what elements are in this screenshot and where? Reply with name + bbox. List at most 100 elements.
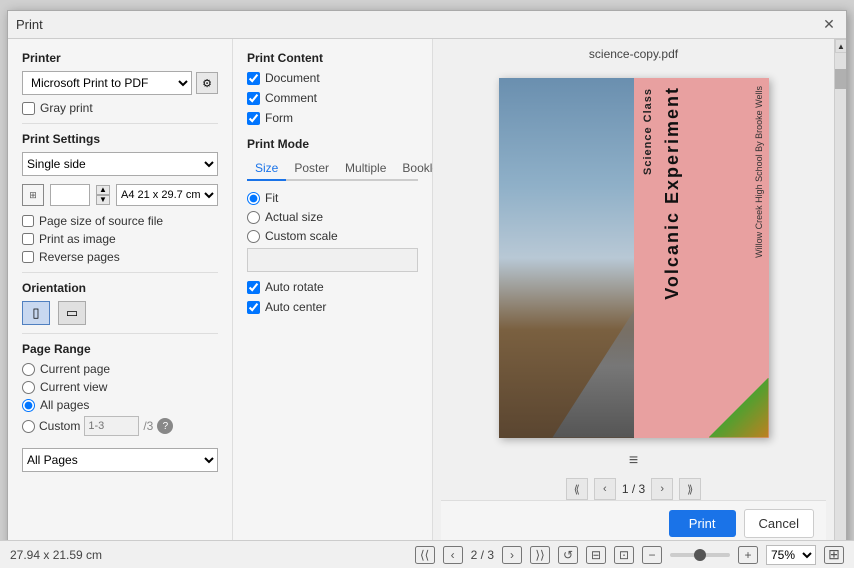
dialog-titlebar: Print ✕ (8, 11, 846, 39)
next-page-button[interactable]: › (651, 478, 673, 500)
page-range-section-title: Page Range (22, 342, 218, 356)
printer-section-title: Printer (22, 51, 218, 65)
total-pages-label: /3 (143, 419, 153, 433)
portrait-icon: ▯ (32, 305, 39, 321)
all-pages-label: All pages (40, 398, 89, 412)
print-settings-section-title: Print Settings (22, 132, 218, 146)
custom-range-input[interactable] (84, 416, 139, 436)
reverse-pages-label: Reverse pages (39, 250, 120, 264)
page-range-section: Current page Current view All pages Cust… (22, 362, 218, 436)
gray-print-label: Gray print (40, 101, 93, 115)
grid-view-button[interactable]: ⊞ (824, 546, 844, 564)
preview-filename: science-copy.pdf (589, 47, 678, 61)
zoom-slider-thumb[interactable] (694, 549, 706, 561)
preview-page: Science Class Volcanic Experiment Willow… (499, 78, 769, 438)
actual-size-label: Actual size (265, 210, 323, 224)
bottom-tools: ⟨⟨ ‹ 2 / 3 › ⟩⟩ ↺ ⊟ ⊡ − + 75% ⊞ (415, 545, 844, 565)
printer-settings-button[interactable]: ⚙ (196, 72, 218, 94)
zoom-slider[interactable] (670, 553, 730, 557)
copies-input[interactable]: 1 (50, 184, 90, 206)
preview-class-text: Science Class (642, 88, 654, 175)
zoom-in-button[interactable]: + (738, 546, 758, 564)
print-as-image-checkbox[interactable] (22, 233, 34, 245)
document-label: Document (265, 71, 320, 85)
tab-size[interactable]: Size (247, 157, 286, 181)
form-label: Form (265, 111, 293, 125)
print-button[interactable]: Print (669, 510, 736, 537)
print-content-section: Print Content Document Comment Form (247, 51, 418, 125)
first-page-bottom-button[interactable]: ⟨⟨ (415, 546, 435, 564)
copies-up-button[interactable]: ▲ (96, 185, 110, 195)
auto-center-label: Auto center (265, 300, 326, 314)
gear-icon: ⚙ (202, 77, 212, 90)
orientation-section-title: Orientation (22, 281, 218, 295)
auto-rotate-checkbox[interactable] (247, 281, 260, 294)
form-row: Form (247, 111, 418, 125)
bottom-bar: 27.94 x 21.59 cm ⟨⟨ ‹ 2 / 3 › ⟩⟩ ↺ ⊟ ⊡ −… (0, 540, 854, 568)
print-mode-section: Print Mode Size Poster Multiple Booklet … (247, 137, 418, 314)
zoom-out-button[interactable]: − (642, 546, 662, 564)
actual-size-radio[interactable] (247, 211, 260, 224)
gray-print-checkbox[interactable] (22, 102, 35, 115)
last-page-bottom-button[interactable]: ⟩⟩ (530, 546, 550, 564)
auto-center-checkbox[interactable] (247, 301, 260, 314)
page-size-source-label: Page size of source file (39, 214, 163, 228)
print-mode-tabs: Size Poster Multiple Booklet (247, 157, 418, 181)
prev-page-button[interactable]: ‹ (594, 478, 616, 500)
paper-size-select[interactable]: A4 21 x 29.7 cm (116, 184, 218, 206)
zoom-select[interactable]: 75% (766, 545, 816, 565)
preview-nav: ⟪ ‹ 1 / 3 › ⟫ (566, 478, 701, 500)
printer-select[interactable]: Microsoft Print to PDF (22, 71, 192, 95)
tab-poster[interactable]: Poster (286, 157, 337, 179)
last-page-button[interactable]: ⟫ (679, 478, 701, 500)
help-button[interactable]: ? (157, 418, 173, 434)
form-checkbox[interactable] (247, 112, 260, 125)
first-page-button[interactable]: ⟪ (566, 478, 588, 500)
scale-value-input: 100 (247, 248, 418, 272)
cancel-button[interactable]: Cancel (744, 509, 814, 538)
print-mode-title: Print Mode (247, 137, 418, 151)
document-row: Document (247, 71, 418, 85)
print-as-image-label: Print as image (39, 232, 116, 246)
custom-range-radio[interactable] (22, 420, 35, 433)
right-scrollbar: ▲ ▼ (834, 39, 846, 554)
duplex-select[interactable]: Single side (22, 152, 218, 176)
help-icon: ? (163, 421, 169, 432)
current-view-radio[interactable] (22, 381, 35, 394)
document-checkbox[interactable] (247, 72, 260, 85)
custom-scale-option: Custom scale (247, 229, 418, 243)
fit-width-button[interactable]: ⊟ (586, 546, 606, 564)
preview-panel: science-copy.pdf Science Class Volcanic … (433, 39, 834, 554)
tab-multiple[interactable]: Multiple (337, 157, 394, 179)
comment-checkbox[interactable] (247, 92, 260, 105)
printer-select-row: Microsoft Print to PDF ⚙ (22, 71, 218, 95)
page-indicator: 1 / 3 (622, 482, 645, 496)
close-button[interactable]: ✕ (820, 16, 838, 34)
custom-label: Custom (39, 419, 80, 433)
custom-scale-radio[interactable] (247, 230, 260, 243)
print-content-title: Print Content (247, 51, 418, 65)
copies-spinners: ▲ ▼ (96, 185, 110, 205)
middle-panel: Print Content Document Comment Form (233, 39, 433, 554)
next-page-bottom-button[interactable]: › (502, 546, 522, 564)
rotate-button[interactable]: ↺ (558, 546, 578, 564)
scroll-up-button[interactable]: ▲ (835, 39, 846, 53)
all-pages-radio[interactable] (22, 399, 35, 412)
current-page-radio[interactable] (22, 363, 35, 376)
prev-page-bottom-button[interactable]: ‹ (443, 546, 463, 564)
landscape-button[interactable]: ▭ (58, 301, 86, 325)
all-pages-filter-select[interactable]: All Pages (22, 448, 218, 472)
scrollbar-thumb[interactable] (835, 69, 846, 89)
landscape-icon: ▭ (66, 305, 78, 321)
copies-down-button[interactable]: ▼ (96, 195, 110, 205)
page-size-source-checkbox[interactable] (22, 215, 34, 227)
fit-radio[interactable] (247, 192, 260, 205)
reverse-pages-checkbox[interactable] (22, 251, 34, 263)
actual-size-option: Actual size (247, 210, 418, 224)
auto-rotate-row: Auto rotate (247, 280, 418, 294)
fit-page-button[interactable]: ⊡ (614, 546, 634, 564)
portrait-button[interactable]: ▯ (22, 301, 50, 325)
preview-photo (499, 78, 634, 438)
current-view-row: Current view (22, 380, 218, 394)
three-lines-icon[interactable]: ≡ (629, 452, 638, 470)
